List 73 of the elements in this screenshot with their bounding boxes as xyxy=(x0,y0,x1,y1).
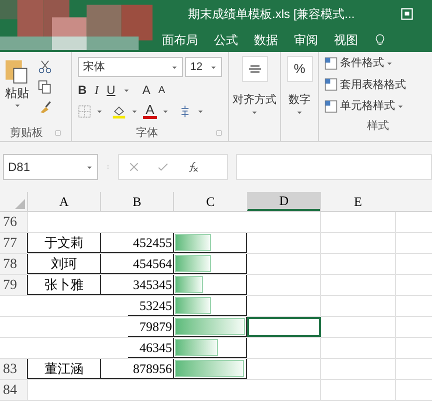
lightbulb-icon[interactable] xyxy=(374,33,386,47)
brush-icon[interactable] xyxy=(38,100,52,114)
style-menu-button[interactable]: 套用表格格式 xyxy=(340,76,406,93)
table-cell: 46345 xyxy=(128,338,173,358)
caret-icon[interactable] xyxy=(197,108,204,114)
scissors-icon[interactable] xyxy=(38,60,52,74)
table-cell: 刘珂 xyxy=(27,254,100,274)
caret-icon[interactable] xyxy=(296,108,303,116)
group-label: 样式 xyxy=(367,118,389,134)
column-header[interactable]: E xyxy=(320,192,395,211)
caret-icon[interactable] xyxy=(96,108,103,114)
row-header[interactable]: 78 xyxy=(0,254,27,274)
bold-button[interactable]: B xyxy=(78,81,87,99)
table-cell[interactable] xyxy=(247,317,321,337)
alignment-button[interactable]: 对齐方式 xyxy=(232,92,276,108)
caret-icon[interactable] xyxy=(14,102,20,109)
table-style-icon[interactable] xyxy=(324,100,338,113)
caret-icon[interactable] xyxy=(386,60,393,67)
caret-icon[interactable] xyxy=(251,108,258,116)
table-cell: 董江涵 xyxy=(27,359,100,379)
ribbon-tab[interactable]: 视图 xyxy=(334,31,358,49)
caret-icon[interactable] xyxy=(162,108,169,114)
font-size-dropdown[interactable]: 12 xyxy=(185,57,222,77)
ribbon-tab[interactable]: 数据 xyxy=(254,31,278,49)
caret-icon[interactable] xyxy=(86,164,93,170)
group-label: 剪贴板 xyxy=(10,126,43,141)
table-cell: 79879 xyxy=(128,317,173,337)
column-header[interactable]: A xyxy=(27,192,100,211)
row-header[interactable]: 84 xyxy=(0,380,27,400)
row-header[interactable]: 83 xyxy=(0,359,27,379)
table-cell: 878956 xyxy=(100,359,173,379)
paste-button[interactable]: 粘贴 xyxy=(5,84,29,102)
column-header[interactable]: D xyxy=(247,192,320,211)
group-label: 字体 xyxy=(136,126,158,141)
caret-icon[interactable] xyxy=(171,64,178,70)
function-icon[interactable] xyxy=(187,161,199,173)
table-cell: 53245 xyxy=(128,296,173,316)
table-cell: 张卜雅 xyxy=(27,275,100,295)
ribbon-tab[interactable]: 公式 xyxy=(214,31,238,49)
restore-icon[interactable] xyxy=(400,8,414,20)
table-cell: 452455 xyxy=(100,233,173,253)
underline-button[interactable]: U xyxy=(106,81,116,99)
number-button[interactable]: 数字 xyxy=(288,92,310,108)
align-icon[interactable] xyxy=(242,56,268,82)
table-cell: 于文莉 xyxy=(27,233,100,253)
table-style-icon[interactable] xyxy=(324,78,338,92)
column-header[interactable]: B xyxy=(100,192,173,211)
row-header[interactable]: 77 xyxy=(0,233,27,253)
name-box[interactable]: D81 xyxy=(3,154,98,180)
table-style-icon[interactable] xyxy=(324,56,338,70)
window-title: 期末成绩单模板.xls [兼容模式... xyxy=(188,6,355,23)
copy-icon[interactable] xyxy=(38,80,52,94)
italic-button[interactable]: I xyxy=(94,81,99,99)
formula-input[interactable] xyxy=(236,154,432,180)
caret-icon[interactable] xyxy=(123,86,130,94)
caret-icon[interactable] xyxy=(397,102,404,110)
check-icon[interactable] xyxy=(157,162,169,172)
style-menu-button[interactable]: 单元格样式 xyxy=(340,98,395,114)
shrink-font-button[interactable]: A xyxy=(158,82,166,98)
ribbon-tab[interactable]: 审阅 xyxy=(294,31,318,49)
row-header[interactable]: 76 xyxy=(0,212,27,232)
table-cell: 345345 xyxy=(100,275,173,295)
style-menu-button[interactable]: 条件格式 xyxy=(340,55,384,72)
row-header[interactable]: 79 xyxy=(0,275,27,295)
table-cell: 454564 xyxy=(100,254,173,274)
font-color-button[interactable]: A xyxy=(143,103,157,119)
percent-icon[interactable]: % xyxy=(286,56,312,82)
font-name-dropdown[interactable]: 宋体 xyxy=(78,57,184,77)
borders-icon[interactable] xyxy=(78,104,91,118)
caret-icon[interactable] xyxy=(131,108,138,114)
caret-icon[interactable] xyxy=(210,64,217,70)
grow-font-button[interactable]: A xyxy=(142,81,150,99)
ribbon-tab[interactable]: 面布局 xyxy=(162,31,198,49)
